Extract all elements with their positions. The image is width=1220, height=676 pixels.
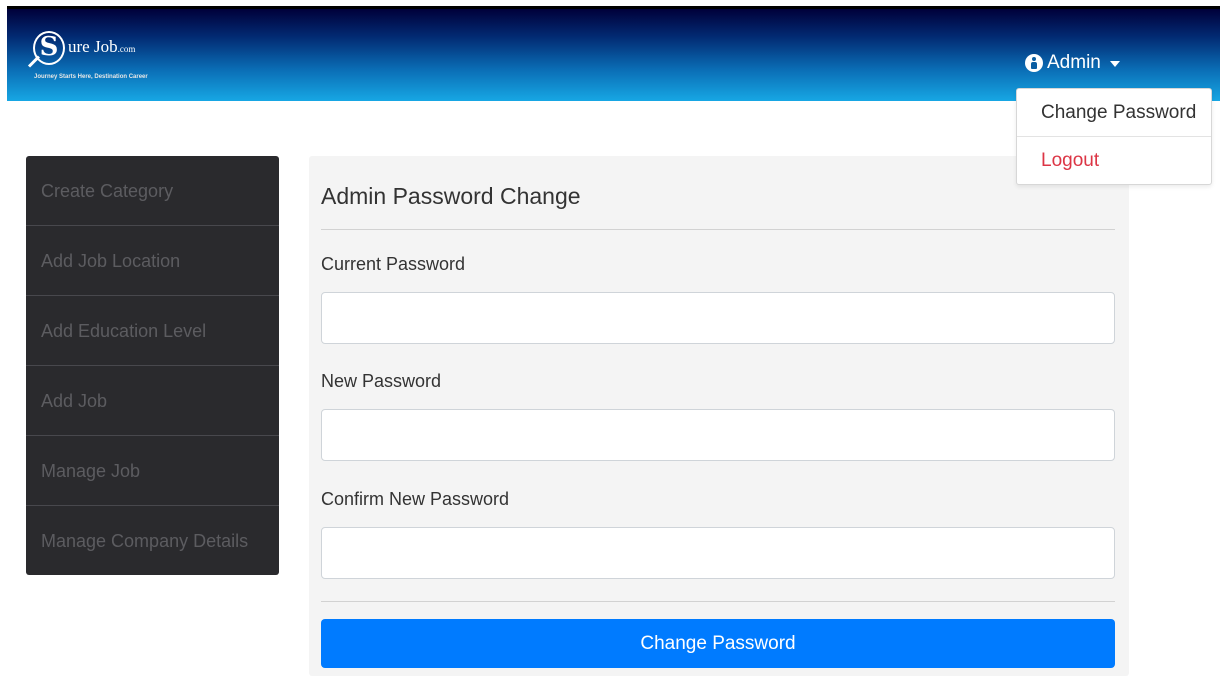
sidebar-item-add-education-level[interactable]: Add Education Level: [26, 296, 279, 366]
confirm-password-input[interactable]: [321, 527, 1115, 579]
new-password-label: New Password: [321, 371, 442, 391]
logo-domain-suffix: .com: [117, 44, 136, 54]
logo-magnifier-icon: S: [33, 31, 65, 65]
change-password-button[interactable]: Change Password: [321, 619, 1115, 668]
form-divider: [321, 601, 1115, 602]
admin-label: Admin: [1047, 52, 1101, 73]
dropdown-logout[interactable]: Logout: [1017, 137, 1211, 185]
caret-down-icon: [1109, 61, 1120, 67]
admin-dropdown-toggle[interactable]: Admin: [1025, 51, 1120, 75]
user-circle-icon: [1025, 54, 1043, 72]
new-password-input[interactable]: [321, 409, 1115, 461]
sidebar-item-add-job-location[interactable]: Add Job Location: [26, 226, 279, 296]
current-password-label: Current Password: [321, 254, 466, 274]
logo-magnifier-handle: [27, 55, 40, 68]
site-logo[interactable]: S ure Job.com Journey Starts Here, Desti…: [27, 27, 169, 91]
sidebar-item-manage-company-details[interactable]: Manage Company Details: [26, 506, 279, 576]
sidebar-item-manage-job[interactable]: Manage Job: [26, 436, 279, 506]
confirm-password-label: Confirm New Password: [321, 489, 510, 509]
top-navbar: S ure Job.com Journey Starts Here, Desti…: [7, 6, 1220, 101]
dropdown-change-password[interactable]: Change Password: [1017, 89, 1211, 137]
sidebar-item-add-job[interactable]: Add Job: [26, 366, 279, 436]
title-divider: [321, 229, 1115, 230]
logo-tagline: Journey Starts Here, Destination Career: [34, 74, 148, 80]
current-password-input[interactable]: [321, 292, 1115, 344]
admin-dropdown-menu: Change Password Logout: [1016, 88, 1212, 185]
admin-sidebar: Create Category Add Job Location Add Edu…: [26, 156, 279, 575]
password-change-panel: Admin Password Change Current Password N…: [309, 156, 1129, 676]
logo-name-text: ure Job: [68, 37, 118, 56]
sidebar-item-create-category[interactable]: Create Category: [26, 156, 279, 226]
page-title: Admin Password Change: [321, 183, 581, 209]
logo-name: ure Job.com: [68, 37, 135, 57]
